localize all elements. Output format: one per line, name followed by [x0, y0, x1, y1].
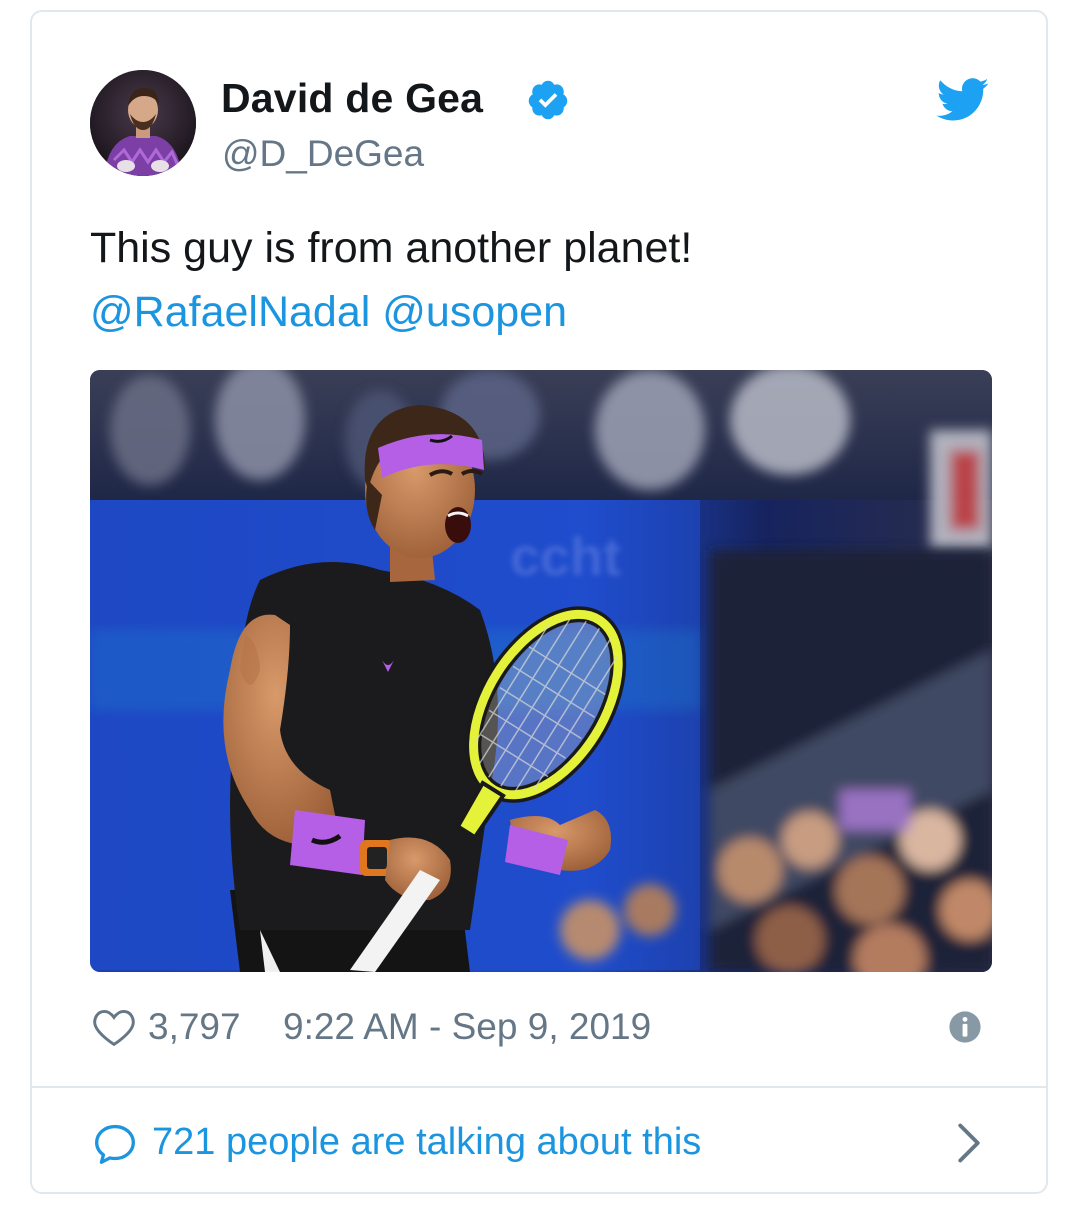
twitter-bird-icon[interactable] — [936, 78, 990, 122]
tweet-card[interactable]: David de Gea @D_DeGea This guy is from a… — [30, 10, 1048, 1194]
info-icon[interactable] — [948, 1010, 982, 1044]
tweet-photo[interactable]: ccht — [90, 370, 992, 972]
like-count[interactable]: 3,797 — [148, 1002, 241, 1052]
conversation-count-text[interactable]: 721 people are talking about this — [152, 1116, 701, 1168]
tweet-text: This guy is from another planet! — [90, 224, 693, 272]
conversation-link[interactable]: 721 people are talking about this — [90, 1112, 992, 1172]
speech-bubble-icon — [95, 1124, 135, 1164]
verified-badge-icon — [528, 80, 568, 120]
tennis-player-photo: ccht — [90, 370, 992, 972]
tweet-timestamp[interactable]: 9:22 AM - Sep 9, 2019 — [283, 1002, 651, 1052]
divider — [32, 1086, 1046, 1088]
svg-text:ccht: ccht — [510, 527, 621, 587]
avatar-photo — [90, 70, 196, 176]
display-name[interactable]: David de Gea — [221, 74, 483, 122]
mention-link[interactable]: @usopen — [382, 288, 567, 336]
chevron-right-icon[interactable] — [956, 1122, 982, 1164]
avatar[interactable] — [90, 70, 196, 176]
mention-link[interactable]: @RafaelNadal — [90, 288, 370, 336]
mentions: @RafaelNadal @usopen — [90, 286, 567, 338]
user-handle[interactable]: @D_DeGea — [222, 132, 424, 176]
heart-icon[interactable] — [92, 1006, 136, 1048]
tweet-metadata-row: 3,797 9:22 AM - Sep 9, 2019 — [90, 1002, 992, 1052]
